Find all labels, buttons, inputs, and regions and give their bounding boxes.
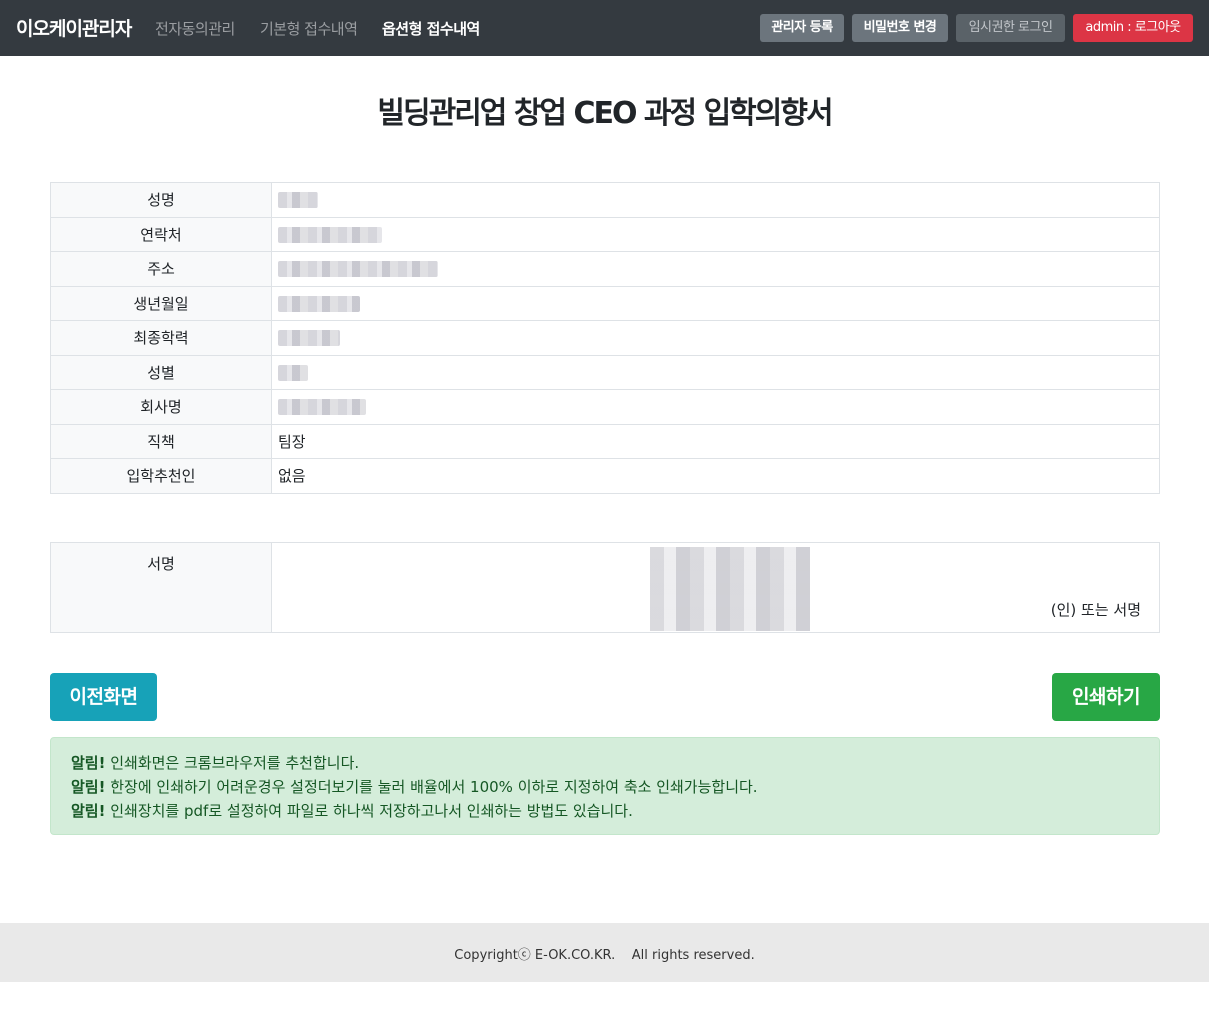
register-admin-button[interactable]: 관리자 등록 (760, 14, 844, 42)
alert-text: 인쇄화면은 크롬브라우저를 추천합니다. (110, 754, 360, 772)
field-value-redacted (271, 320, 1160, 356)
field-label: 주소 (50, 251, 272, 287)
table-row: 연락처 (50, 216, 1160, 252)
redacted-value (278, 261, 438, 278)
field-value-redacted (271, 251, 1160, 287)
table-row: 회사명 (50, 389, 1160, 425)
alert-line: 알림! 인쇄장치를 pdf로 설정하여 파일로 하나씩 저장하고나서 인쇄하는 … (71, 800, 633, 821)
field-label: 성명 (50, 182, 272, 218)
top-navbar: 이오케이관리자 전자동의관리 기본형 접수내역 옵션형 접수내역 관리자 등록 … (0, 0, 1209, 56)
redacted-value (278, 192, 318, 209)
field-value-redacted (271, 354, 1160, 390)
field-label: 생년월일 (50, 285, 272, 321)
redacted-value (278, 399, 366, 416)
alert-prefix: 알림! (71, 778, 106, 796)
field-value-redacted (271, 216, 1160, 252)
field-value-redacted (271, 285, 1160, 321)
table-row: 입학추천인 없음 (50, 458, 1160, 494)
applicant-info-table: 성명 연락처 주소 생년월일 최종학력 성별 회사명 직책 팀장 입학추천인 없… (50, 182, 1160, 494)
redacted-value (278, 295, 360, 312)
alert-line: 알림! 한장에 인쇄하기 어려운경우 설정더보기를 눌러 배율에서 100% 이… (71, 776, 758, 797)
nav-option-submissions[interactable]: 옵션형 접수내역 (382, 18, 480, 39)
field-value-redacted (271, 389, 1160, 425)
field-label: 직책 (50, 423, 272, 459)
page-title: 빌딩관리업 창업 CEO 과정 입학의향서 (377, 96, 833, 131)
signature-cell: (인) 또는 서명 (271, 542, 1160, 633)
alert-text: 인쇄장치를 pdf로 설정하여 파일로 하나씩 저장하고나서 인쇄하는 방법도 … (110, 802, 633, 820)
temp-login-button[interactable]: 임시권한 로그인 (956, 14, 1065, 42)
table-row: 생년월일 (50, 285, 1160, 321)
table-row: 서명 (인) 또는 서명 (50, 542, 1160, 633)
redacted-value (278, 364, 308, 381)
field-value-redacted (271, 182, 1160, 218)
table-row: 주소 (50, 251, 1160, 287)
change-password-button[interactable]: 비밀번호 변경 (852, 14, 948, 42)
notice-alert: 알림! 인쇄화면은 크롬브라우저를 추천합니다. 알림! 한장에 인쇄하기 어려… (50, 737, 1160, 835)
signature-label: 서명 (50, 542, 272, 633)
footer: Copyrightⓒ E-OK.CO.KR. All rights reserv… (0, 923, 1209, 982)
field-value: 없음 (271, 458, 1160, 494)
alert-prefix: 알림! (71, 754, 106, 772)
field-label: 회사명 (50, 389, 272, 425)
alert-text: 한장에 인쇄하기 어려운경우 설정더보기를 눌러 배율에서 100% 이하로 지… (110, 778, 758, 796)
print-button[interactable]: 인쇄하기 (1052, 673, 1160, 721)
field-label: 성별 (50, 354, 272, 390)
redacted-value (278, 226, 382, 243)
field-label: 연락처 (50, 216, 272, 252)
alert-line: 알림! 인쇄화면은 크롬브라우저를 추천합니다. (71, 752, 359, 773)
field-value: 팀장 (271, 423, 1160, 459)
alert-prefix: 알림! (71, 802, 106, 820)
table-row: 성별 (50, 354, 1160, 390)
field-label: 최종학력 (50, 320, 272, 356)
copyright-text: Copyrightⓒ E-OK.CO.KR. All rights reserv… (454, 948, 755, 963)
field-label: 입학추천인 (50, 458, 272, 494)
previous-screen-button[interactable]: 이전화면 (50, 673, 157, 721)
signature-image-redacted (650, 547, 810, 631)
table-row: 최종학력 (50, 320, 1160, 356)
logout-button[interactable]: admin : 로그아웃 (1073, 14, 1193, 42)
signature-note: (인) 또는 서명 (1050, 601, 1141, 619)
table-row: 직책 팀장 (50, 423, 1160, 459)
signature-table: 서명 (인) 또는 서명 (50, 542, 1160, 633)
brand-logo[interactable]: 이오케이관리자 (16, 14, 132, 41)
redacted-value (278, 330, 340, 347)
table-row: 성명 (50, 182, 1160, 218)
nav-basic-submissions[interactable]: 기본형 접수내역 (260, 18, 358, 39)
nav-consent-management[interactable]: 전자동의관리 (155, 18, 235, 39)
